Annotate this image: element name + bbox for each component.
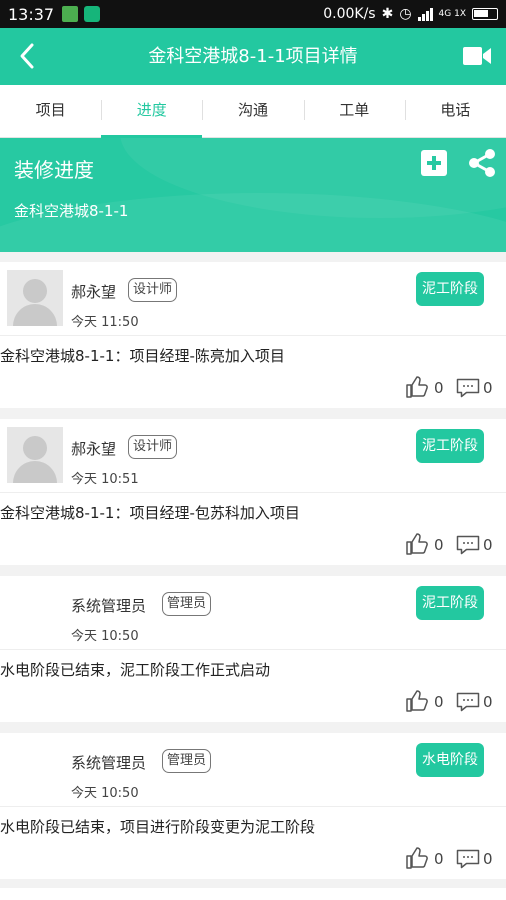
- comment-count: 0: [483, 850, 493, 868]
- comment-icon[interactable]: [456, 849, 480, 869]
- battery-icon: [472, 8, 498, 20]
- comment-icon[interactable]: [456, 378, 480, 398]
- tab-progress[interactable]: 进度: [101, 85, 203, 138]
- tab-communication[interactable]: 沟通: [202, 85, 303, 137]
- signal-icon: [417, 7, 433, 21]
- chevron-left-icon: [20, 43, 34, 69]
- progress-feed: 郝永望 设计师 今天 11:50 泥工阶段 金科空港城8-1-1：项目经理-陈亮…: [0, 262, 506, 890]
- progress-banner: 装修进度 金科空港城8-1-1: [0, 138, 506, 252]
- author-name: 系统管理员: [71, 597, 147, 615]
- like-count: 0: [434, 850, 444, 868]
- avatar: [7, 427, 63, 483]
- feed-card[interactable]: 郝永望 设计师 今天 11:50 泥工阶段 金科空港城8-1-1：项目经理-陈亮…: [0, 262, 506, 408]
- bottom-strip: [0, 888, 506, 900]
- banner-title: 装修进度: [14, 158, 94, 182]
- post-time: 今天 11:50: [71, 315, 139, 330]
- app-header: 金科空港城8-1-1项目详情: [0, 28, 506, 85]
- thumbs-up-icon[interactable]: [405, 375, 429, 399]
- feed-card[interactable]: 系统管理员 管理员 今天 10:50 泥工阶段 水电阶段已结束，泥工阶段工作正式…: [0, 576, 506, 722]
- post-content: 金科空港城8-1-1：项目经理-陈亮加入项目: [0, 347, 285, 365]
- tab-work-order[interactable]: 工单: [303, 85, 405, 137]
- comment-count: 0: [483, 693, 493, 711]
- status-time: 13:37: [8, 4, 55, 24]
- thumbs-up-icon[interactable]: [405, 846, 429, 870]
- status-bar: 13:37 0.00K/s ✱ ◷ 4G 1X: [0, 0, 506, 28]
- banner-subtitle: 金科空港城8-1-1: [14, 202, 129, 220]
- author-name: 系统管理员: [71, 754, 147, 772]
- post-time: 今天 10:50: [71, 629, 139, 644]
- avatar: [7, 741, 63, 797]
- feed-card[interactable]: 系统管理员 管理员 今天 10:50 水电阶段 水电阶段已结束，项目进行阶段变更…: [0, 733, 506, 879]
- role-badge: 设计师: [128, 435, 178, 459]
- avatar: [7, 270, 63, 326]
- thumbs-up-icon[interactable]: [405, 532, 429, 556]
- comment-icon[interactable]: [456, 692, 480, 712]
- stage-badge: 泥工阶段: [416, 429, 484, 463]
- bluetooth-icon: ✱: [381, 6, 394, 22]
- tab-phone[interactable]: 电话: [404, 85, 506, 137]
- message-icon: [84, 6, 101, 22]
- post-content: 水电阶段已结束，泥工阶段工作正式启动: [0, 661, 271, 679]
- alarm-icon: ◷: [399, 6, 412, 22]
- stage-badge: 泥工阶段: [416, 586, 484, 620]
- tab-project[interactable]: 项目: [0, 85, 101, 137]
- feed-card[interactable]: 郝永望 设计师 今天 10:51 泥工阶段 金科空港城8-1-1：项目经理-包苏…: [0, 419, 506, 565]
- divider: [0, 649, 506, 650]
- author-name: 郝永望: [71, 440, 117, 458]
- back-button[interactable]: [8, 36, 46, 76]
- role-badge: 管理员: [162, 749, 212, 773]
- post-time: 今天 10:51: [71, 472, 139, 487]
- thumbs-up-icon[interactable]: [405, 689, 429, 713]
- comment-icon[interactable]: [456, 535, 480, 555]
- network-speed: 0.00K/s: [323, 6, 376, 22]
- like-count: 0: [434, 379, 444, 397]
- role-badge: 管理员: [162, 592, 212, 616]
- avatar: [7, 584, 63, 640]
- add-progress-button[interactable]: [421, 150, 447, 176]
- divider: [0, 806, 506, 807]
- tab-bar: 项目 进度 沟通 工单 电话: [0, 85, 506, 138]
- comment-count: 0: [483, 379, 493, 397]
- share-icon[interactable]: [466, 148, 498, 178]
- stage-badge: 泥工阶段: [416, 272, 484, 306]
- role-badge: 设计师: [128, 278, 178, 302]
- divider: [0, 335, 506, 336]
- divider: [0, 492, 506, 493]
- stage-badge: 水电阶段: [416, 743, 484, 777]
- like-count: 0: [434, 693, 444, 711]
- video-camera-icon[interactable]: [462, 44, 492, 68]
- network-type-label: 4G 1X: [438, 8, 466, 19]
- comment-count: 0: [483, 536, 493, 554]
- post-content: 金科空港城8-1-1：项目经理-包苏科加入项目: [0, 504, 300, 522]
- post-time: 今天 10:50: [71, 786, 139, 801]
- page-title: 金科空港城8-1-1项目详情: [148, 46, 358, 67]
- battery-saver-icon: [62, 6, 79, 22]
- like-count: 0: [434, 536, 444, 554]
- author-name: 郝永望: [71, 283, 117, 301]
- post-content: 水电阶段已结束，项目进行阶段变更为泥工阶段: [0, 818, 316, 836]
